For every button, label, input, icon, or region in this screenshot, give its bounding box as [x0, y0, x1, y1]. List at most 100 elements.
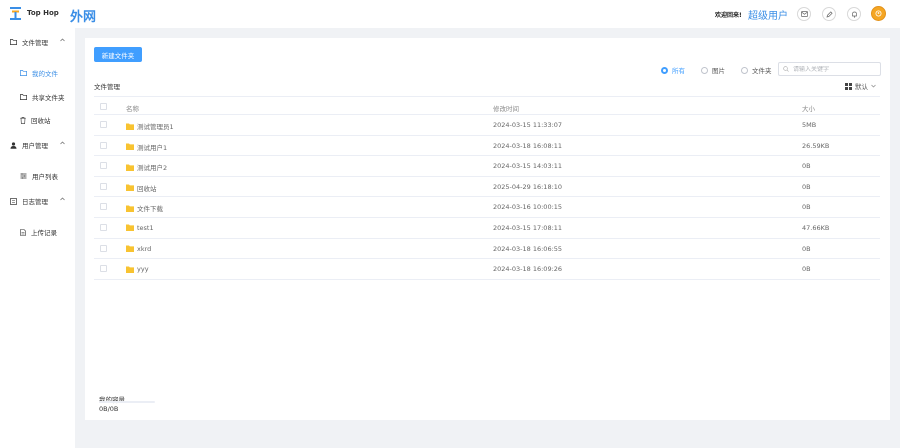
- file-name: test1: [137, 223, 154, 232]
- filter-images-radio[interactable]: 图片: [701, 65, 725, 75]
- folder-icon: [126, 123, 134, 130]
- brand-name: Top Hop: [27, 9, 59, 17]
- mail-button[interactable]: [797, 7, 811, 21]
- file-name: 回收站: [137, 184, 157, 193]
- sidebar-item-label: 回收站: [31, 117, 51, 125]
- row-checkbox[interactable]: [100, 141, 107, 149]
- sidebar-item-recycle-bin[interactable]: 回收站: [20, 115, 51, 125]
- table-row[interactable]: yyy 2024-03-18 16:09:26 0B: [94, 259, 880, 280]
- view-sort-control[interactable]: 默认: [845, 81, 876, 91]
- folder-icon: [126, 184, 134, 192]
- file-name-cell[interactable]: test1: [126, 224, 154, 232]
- modified-time: 2024-03-18 16:08:11: [493, 141, 563, 150]
- breadcrumb[interactable]: 文件管理: [94, 81, 120, 91]
- filter-all-radio[interactable]: 所有: [661, 65, 685, 75]
- avatar[interactable]: [871, 6, 886, 21]
- modified-time: 2024-03-15 14:03:11: [493, 162, 563, 171]
- radio-unchecked-icon: [701, 66, 708, 74]
- file-name-cell[interactable]: 测试用户1: [126, 142, 167, 152]
- sort-label: 默认: [855, 83, 868, 91]
- filter-label: 所有: [672, 67, 685, 75]
- edit-icon: [825, 10, 833, 18]
- sidebar-item-label: 我的文件: [32, 70, 58, 78]
- column-header-modified[interactable]: 修改时间: [493, 103, 519, 113]
- chevron-up-icon: [60, 141, 65, 145]
- filter-folders-radio[interactable]: 文件夹: [741, 65, 772, 75]
- file-name: xkrd: [137, 244, 152, 253]
- sidebar-item-upload-records[interactable]: 上传记录: [20, 227, 57, 237]
- row-checkbox[interactable]: [100, 162, 107, 170]
- storage-progress-bar: [99, 401, 155, 403]
- folder-icon: [10, 39, 17, 45]
- table-header: 名称 修改时间 大小: [94, 96, 880, 115]
- file-name-cell[interactable]: 测试管理员1: [126, 121, 174, 131]
- sidebar-item-user-list[interactable]: 用户列表: [20, 171, 58, 181]
- folder-icon: [126, 245, 134, 253]
- search-icon: [783, 66, 789, 72]
- sidebar-group-file-management[interactable]: 文件管理: [10, 37, 70, 47]
- row-checkbox[interactable]: [100, 244, 107, 252]
- chevron-down-icon: [871, 84, 876, 88]
- file-size: 0B: [802, 182, 811, 191]
- file-name-cell[interactable]: 文件下载: [126, 203, 163, 213]
- upload-record-icon: [20, 228, 26, 236]
- user-icon: [10, 141, 17, 149]
- file-name-cell[interactable]: xkrd: [126, 245, 151, 253]
- file-table: 名称 修改时间 大小 测试管理员1 2024-03-15 11:33:07 5MB 测…: [94, 96, 880, 280]
- row-checkbox[interactable]: [100, 203, 107, 211]
- row-checkbox[interactable]: [100, 121, 107, 128]
- folder-icon: [126, 164, 134, 171]
- file-size: 26.59KB: [802, 141, 830, 150]
- column-header-size[interactable]: 大小: [802, 103, 815, 113]
- welcome-text: 欢迎回来!: [715, 12, 742, 19]
- select-all-checkbox[interactable]: [100, 103, 107, 110]
- row-checkbox[interactable]: [100, 182, 107, 190]
- sidebar-item-shared-folder[interactable]: 共享文件夹: [20, 92, 65, 102]
- file-name: 测试用户1: [137, 143, 168, 152]
- column-header-name[interactable]: 名称: [126, 103, 139, 113]
- modified-time: 2024-03-15 11:33:07: [493, 121, 563, 129]
- modified-time: 2024-03-16 10:00:15: [493, 203, 563, 212]
- username-link[interactable]: 超级用户: [748, 7, 788, 22]
- folder-icon: [126, 224, 134, 232]
- table-row[interactable]: 测试管理员1 2024-03-15 11:33:07 5MB: [94, 115, 880, 136]
- table-row[interactable]: test1 2024-03-15 17:08:11 47.66KB: [94, 218, 880, 239]
- row-checkbox[interactable]: [100, 265, 107, 273]
- log-icon: [10, 197, 17, 205]
- file-size: 5MB: [802, 121, 817, 129]
- file-name-cell[interactable]: 回收站: [126, 183, 157, 193]
- edit-button[interactable]: [822, 7, 836, 21]
- sidebar-item-label: 用户列表: [32, 173, 58, 181]
- grid-view-icon: [845, 82, 852, 90]
- sidebar-item-my-files[interactable]: 我的文件: [20, 68, 58, 78]
- filter-label: 文件夹: [752, 67, 772, 75]
- row-checkbox[interactable]: [100, 223, 107, 231]
- file-size: 0B: [802, 203, 811, 212]
- folder-icon: [126, 205, 134, 212]
- modified-time: 2024-03-15 17:08:11: [493, 223, 563, 232]
- file-name-cell[interactable]: yyy: [126, 265, 149, 273]
- notification-button[interactable]: [847, 7, 861, 21]
- top-header: Top Hop 外网 欢迎回来! 超级用户: [0, 0, 900, 28]
- search-input[interactable]: [793, 65, 878, 73]
- file-size: 0B: [802, 244, 811, 253]
- logo-icon: [10, 7, 21, 20]
- sidebar-item-label: 上传记录: [31, 229, 57, 237]
- file-name: 测试用户2: [137, 164, 168, 173]
- table-row[interactable]: 测试用户1 2024-03-18 16:08:11 26.59KB: [94, 136, 880, 157]
- file-name-cell[interactable]: 测试用户2: [126, 162, 167, 172]
- file-name: 测试管理员1: [137, 123, 174, 131]
- new-folder-button[interactable]: 新建文件夹: [94, 47, 142, 62]
- sidebar-group-log-management[interactable]: 日志管理: [10, 196, 70, 206]
- table-row[interactable]: 文件下载 2024-03-16 10:00:15 0B: [94, 197, 880, 218]
- chevron-up-icon: [60, 197, 65, 201]
- table-row[interactable]: xkrd 2024-03-18 16:06:55 0B: [94, 239, 880, 260]
- sidebar-item-label: 共享文件夹: [32, 94, 65, 102]
- sidebar-group-label: 用户管理: [22, 142, 48, 150]
- file-type-filter: 所有 图片 文件夹: [661, 65, 788, 75]
- table-row[interactable]: 测试用户2 2024-03-15 14:03:11 0B: [94, 156, 880, 177]
- sidebar: 文件管理 我的文件 共享文件夹 回收站 用户管理 用户列表 日志管理 上传记录: [0, 28, 75, 448]
- table-row[interactable]: 回收站 2025-04-29 16:18:10 0B: [94, 177, 880, 198]
- sidebar-group-user-management[interactable]: 用户管理: [10, 140, 70, 150]
- modified-time: 2024-03-18 16:06:55: [493, 244, 563, 253]
